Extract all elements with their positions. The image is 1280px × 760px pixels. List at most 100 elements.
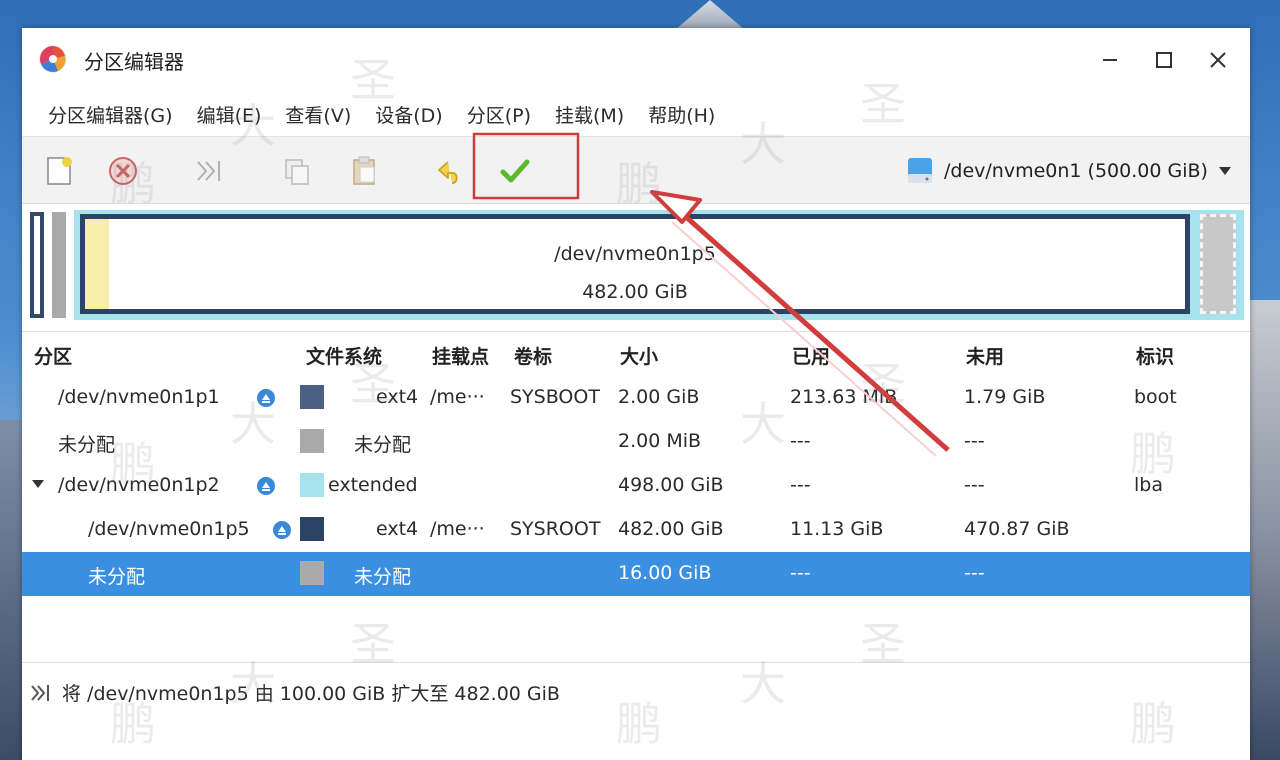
partition-graph: /dev/nvme0n1p5 482.00 GiB — [22, 204, 1250, 332]
col-filesystem[interactable]: 文件系统 — [306, 342, 382, 369]
cell-partition: /dev/nvme0n1p1 — [58, 386, 220, 408]
table-header: 分区 文件系统 挂载点 卷标 大小 已用 未用 标识 — [22, 332, 1250, 376]
menu-bar: 分区编辑器(G) 编辑(E) 查看(V) 设备(D) 分区(P) 挂载(M) 帮… — [22, 92, 1250, 136]
fs-color-swatch — [300, 473, 324, 497]
cell-partition: 未分配 — [88, 566, 146, 588]
device-label: /dev/nvme0n1 (500.00 GiB) — [944, 160, 1208, 182]
table-row[interactable]: /dev/nvme0n1p5 ext4 /me··· SYSROOT 482.0… — [22, 508, 1250, 552]
cell-partition: /dev/nvme0n1p2 — [58, 474, 220, 496]
fs-color-swatch — [300, 429, 324, 453]
new-partition-button[interactable] — [38, 150, 80, 192]
copy-button[interactable] — [276, 150, 318, 192]
col-size[interactable]: 大小 — [620, 342, 658, 369]
cell-unused: 470.87 GiB — [964, 518, 1070, 540]
partition-table: 分区 文件系统 挂载点 卷标 大小 已用 未用 标识 /dev/nvme0n1p… — [22, 332, 1250, 650]
close-button[interactable] — [1202, 44, 1234, 76]
paste-button[interactable] — [344, 150, 386, 192]
cell-mountpoint: /me··· — [430, 386, 485, 408]
col-flags[interactable]: 标识 — [1136, 342, 1174, 369]
table-row-selected[interactable]: 未分配 未分配 16.00 GiB --- --- — [22, 552, 1250, 596]
cell-unused: 1.79 GiB — [964, 386, 1046, 408]
mounted-key-icon — [257, 389, 275, 407]
resize-operation-icon — [31, 684, 49, 701]
mounted-key-icon — [257, 477, 275, 495]
menu-edit[interactable]: 编辑(E) — [185, 101, 274, 128]
cell-unused: --- — [964, 474, 985, 496]
cell-size: 2.00 MiB — [618, 430, 702, 452]
cell-filesystem: 未分配 — [354, 566, 412, 588]
cell-unused: --- — [964, 430, 985, 452]
fs-color-swatch — [300, 561, 324, 585]
cell-used: --- — [790, 474, 811, 496]
cell-partition: 未分配 — [58, 434, 116, 456]
undo-icon — [438, 161, 458, 184]
cell-size: 16.00 GiB — [618, 562, 712, 584]
apply-checkmark-icon — [500, 159, 530, 183]
graph-p5-name: /dev/nvme0n1p5 — [554, 243, 716, 265]
col-label[interactable]: 卷标 — [514, 342, 552, 369]
menu-mount[interactable]: 挂载(M) — [543, 101, 636, 128]
operation-text: 将 /dev/nvme0n1p5 由 100.00 GiB 扩大至 482.00… — [62, 683, 560, 705]
cell-size: 482.00 GiB — [618, 518, 724, 540]
expand-arrow-icon[interactable] — [32, 480, 44, 488]
cell-used: 11.13 GiB — [790, 518, 884, 540]
delete-icon — [109, 157, 137, 185]
graph-partition-p5[interactable]: /dev/nvme0n1p5 482.00 GiB — [80, 214, 1190, 314]
cell-partition: /dev/nvme0n1p5 — [88, 518, 250, 540]
title-bar: 分区编辑器 — [22, 28, 1250, 92]
cell-used: 213.63 MiB — [790, 386, 898, 408]
device-selector[interactable]: /dev/nvme0n1 (500.00 GiB) — [906, 151, 1232, 191]
menu-gparted[interactable]: 分区编辑器(G) — [36, 101, 185, 128]
graph-p5-size: 482.00 GiB — [582, 281, 688, 303]
cell-filesystem: 未分配 — [354, 434, 412, 456]
cell-unused: --- — [964, 562, 985, 584]
minimize-button[interactable] — [1094, 44, 1126, 76]
apply-button[interactable] — [494, 150, 536, 192]
col-used[interactable]: 已用 — [792, 342, 830, 369]
close-icon — [1210, 52, 1226, 68]
copy-icon — [285, 159, 309, 185]
menu-partition[interactable]: 分区(P) — [455, 101, 543, 128]
cell-size: 2.00 GiB — [618, 386, 700, 408]
chevron-down-icon — [1218, 167, 1231, 175]
delete-partition-button[interactable] — [102, 150, 144, 192]
toolbar: /dev/nvme0n1 (500.00 GiB) — [22, 136, 1250, 204]
cell-filesystem: extended — [328, 474, 418, 496]
cell-used: --- — [790, 430, 811, 452]
background-peak — [675, 0, 745, 30]
cell-filesystem: ext4 — [376, 518, 419, 540]
cell-flags: boot — [1134, 386, 1177, 408]
graph-unallocated-small[interactable] — [52, 212, 66, 318]
graph-unallocated-end[interactable] — [1200, 214, 1236, 314]
fs-color-swatch — [300, 385, 324, 409]
operation-item[interactable]: 将 /dev/nvme0n1p5 由 100.00 GiB 扩大至 482.00… — [30, 679, 560, 706]
col-partition[interactable]: 分区 — [34, 342, 72, 369]
cell-used: --- — [790, 562, 811, 584]
minimize-icon — [1103, 59, 1117, 61]
menu-view[interactable]: 查看(V) — [273, 101, 363, 128]
cell-label: SYSBOOT — [510, 386, 600, 408]
menu-help[interactable]: 帮助(H) — [636, 101, 727, 128]
col-mountpoint[interactable]: 挂载点 — [432, 342, 489, 369]
table-row[interactable]: /dev/nvme0n1p1 ext4 /me··· SYSBOOT 2.00 … — [22, 376, 1250, 420]
cell-label: SYSROOT — [510, 518, 601, 540]
maximize-icon — [1156, 52, 1172, 68]
app-logo-icon — [39, 45, 67, 73]
table-row[interactable]: 未分配 未分配 2.00 MiB --- --- — [22, 420, 1250, 464]
fs-color-swatch — [300, 517, 324, 541]
hard-drive-icon — [908, 158, 932, 183]
pending-operations-panel: 将 /dev/nvme0n1p5 由 100.00 GiB 扩大至 482.00… — [22, 662, 1250, 760]
resize-move-icon — [197, 161, 220, 181]
undo-button[interactable] — [430, 150, 472, 192]
graph-partition-p1[interactable] — [30, 212, 44, 318]
cell-mountpoint: /me··· — [430, 518, 485, 540]
resize-move-button[interactable] — [188, 150, 230, 192]
paste-icon — [353, 156, 375, 185]
maximize-button[interactable] — [1148, 44, 1180, 76]
col-unused[interactable]: 未用 — [966, 342, 1004, 369]
cell-flags: lba — [1134, 474, 1163, 496]
cell-size: 498.00 GiB — [618, 474, 724, 496]
menu-device[interactable]: 设备(D) — [363, 101, 454, 128]
table-row[interactable]: /dev/nvme0n1p2 extended 498.00 GiB --- -… — [22, 464, 1250, 508]
window-title: 分区编辑器 — [84, 50, 184, 74]
